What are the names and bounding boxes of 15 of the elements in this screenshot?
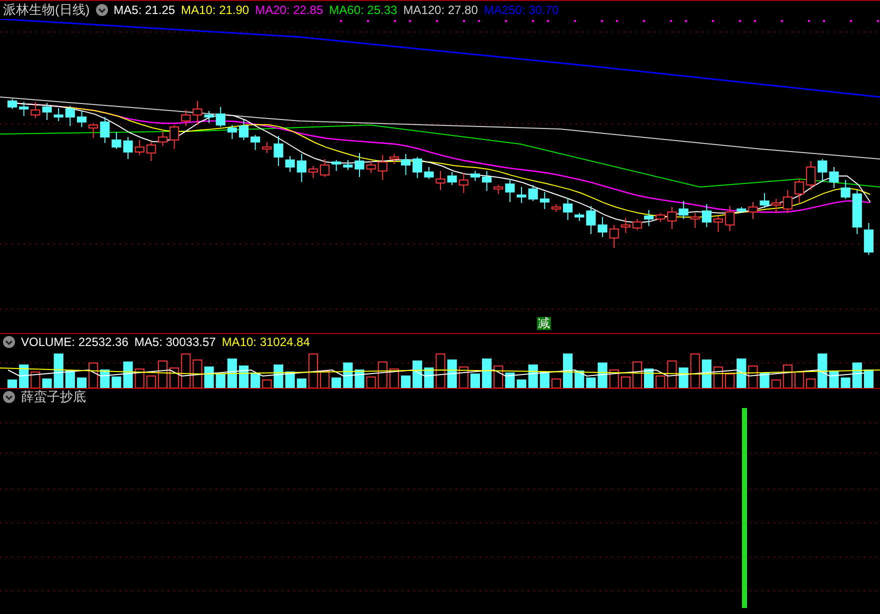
ma-legend-label: MA60: 25.33 bbox=[329, 3, 398, 17]
chart-title: 派林生物(日线) bbox=[3, 1, 90, 19]
collapse-icon[interactable] bbox=[96, 4, 108, 16]
volume-legend-label: MA5: 30033.57 bbox=[134, 335, 216, 349]
ma-legend-label: MA5: 21.25 bbox=[114, 3, 176, 17]
indicator-title: 薛蛮子抄底 bbox=[21, 388, 86, 406]
collapse-icon[interactable] bbox=[3, 391, 15, 403]
volume-legend-label: MA10: 31024.84 bbox=[222, 335, 310, 349]
collapse-icon[interactable] bbox=[3, 336, 15, 348]
ma-legend-label: MA20: 22.85 bbox=[255, 3, 324, 17]
ma-legend-label: MA10: 21.90 bbox=[181, 3, 250, 17]
ma-legend-label: MA250: 30.70 bbox=[484, 3, 559, 17]
ma-legend-label: MA120: 27.80 bbox=[403, 3, 478, 17]
signal-marker: 减 bbox=[537, 317, 551, 330]
volume-legend-label: VOLUME: 22532.36 bbox=[21, 335, 128, 349]
